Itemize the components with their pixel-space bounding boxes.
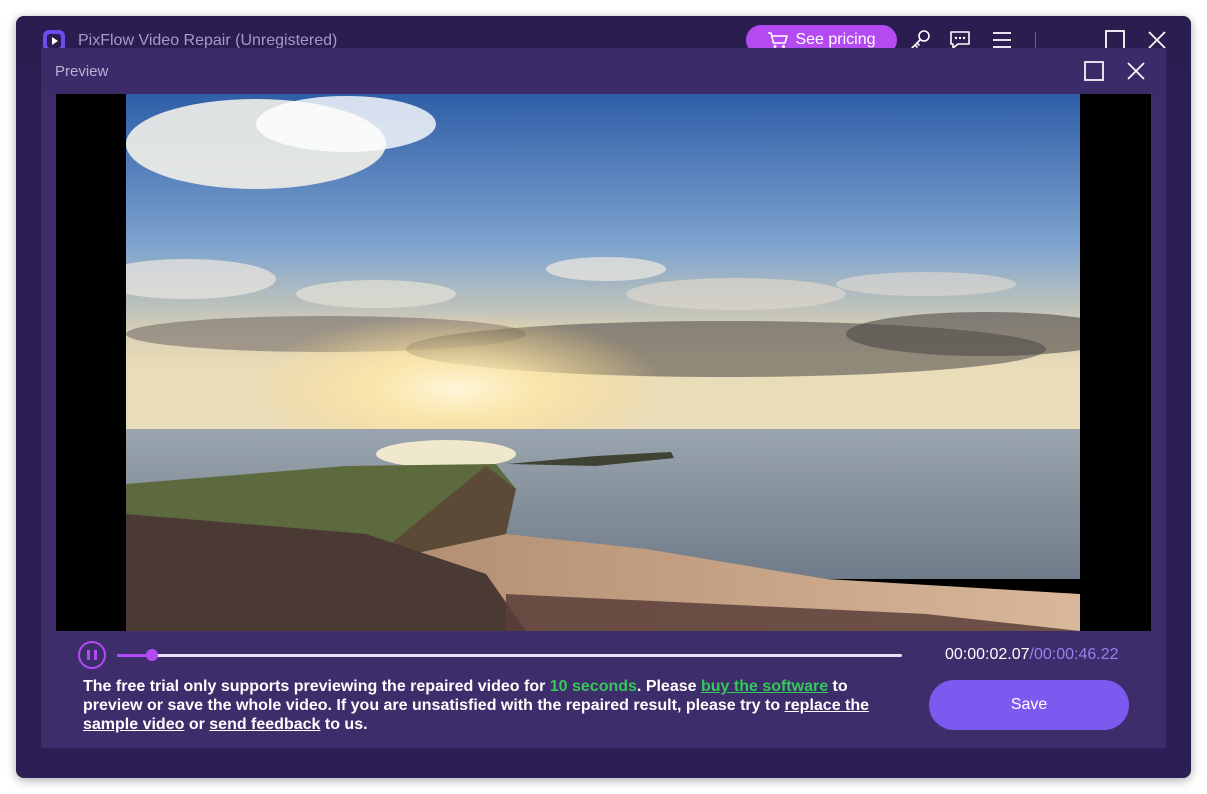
notice-highlight: 10 seconds xyxy=(549,678,637,695)
preview-close-icon[interactable] xyxy=(1125,60,1147,82)
notice-text: or xyxy=(184,716,210,733)
progress-thumb[interactable] xyxy=(146,649,159,661)
save-button[interactable]: Save xyxy=(929,680,1129,730)
preview-dialog: Preview 00:00:02.07/00:00:46.22 The free… xyxy=(41,48,1166,748)
trial-notice: The free trial only supports previewing … xyxy=(83,677,873,734)
preview-title: Preview xyxy=(55,63,109,80)
time-display: 00:00:02.07/00:00:46.22 xyxy=(945,646,1119,664)
send-feedback-link[interactable]: send feedback xyxy=(209,716,320,733)
preview-maximize-icon[interactable] xyxy=(1083,60,1105,82)
pause-icon xyxy=(87,650,90,660)
see-pricing-label: See pricing xyxy=(795,31,876,48)
time-total: 00:00:46.22 xyxy=(1033,646,1119,663)
notice-text: to us. xyxy=(320,716,368,733)
player-controls: 00:00:02.07/00:00:46.22 The free trial o… xyxy=(41,631,1166,748)
buy-software-link[interactable]: buy the software xyxy=(701,678,828,695)
progress-slider[interactable] xyxy=(117,649,902,661)
video-player[interactable] xyxy=(56,94,1151,631)
video-frame[interactable] xyxy=(126,94,1080,631)
notice-text: The free trial only supports previewing … xyxy=(83,678,550,695)
pause-button[interactable] xyxy=(78,641,106,669)
preview-header: Preview xyxy=(41,48,1166,94)
notice-text: . Please xyxy=(636,678,701,695)
time-current: 00:00:02.07 xyxy=(945,646,1030,663)
pause-icon-bar xyxy=(94,650,97,660)
cart-icon xyxy=(768,32,789,48)
